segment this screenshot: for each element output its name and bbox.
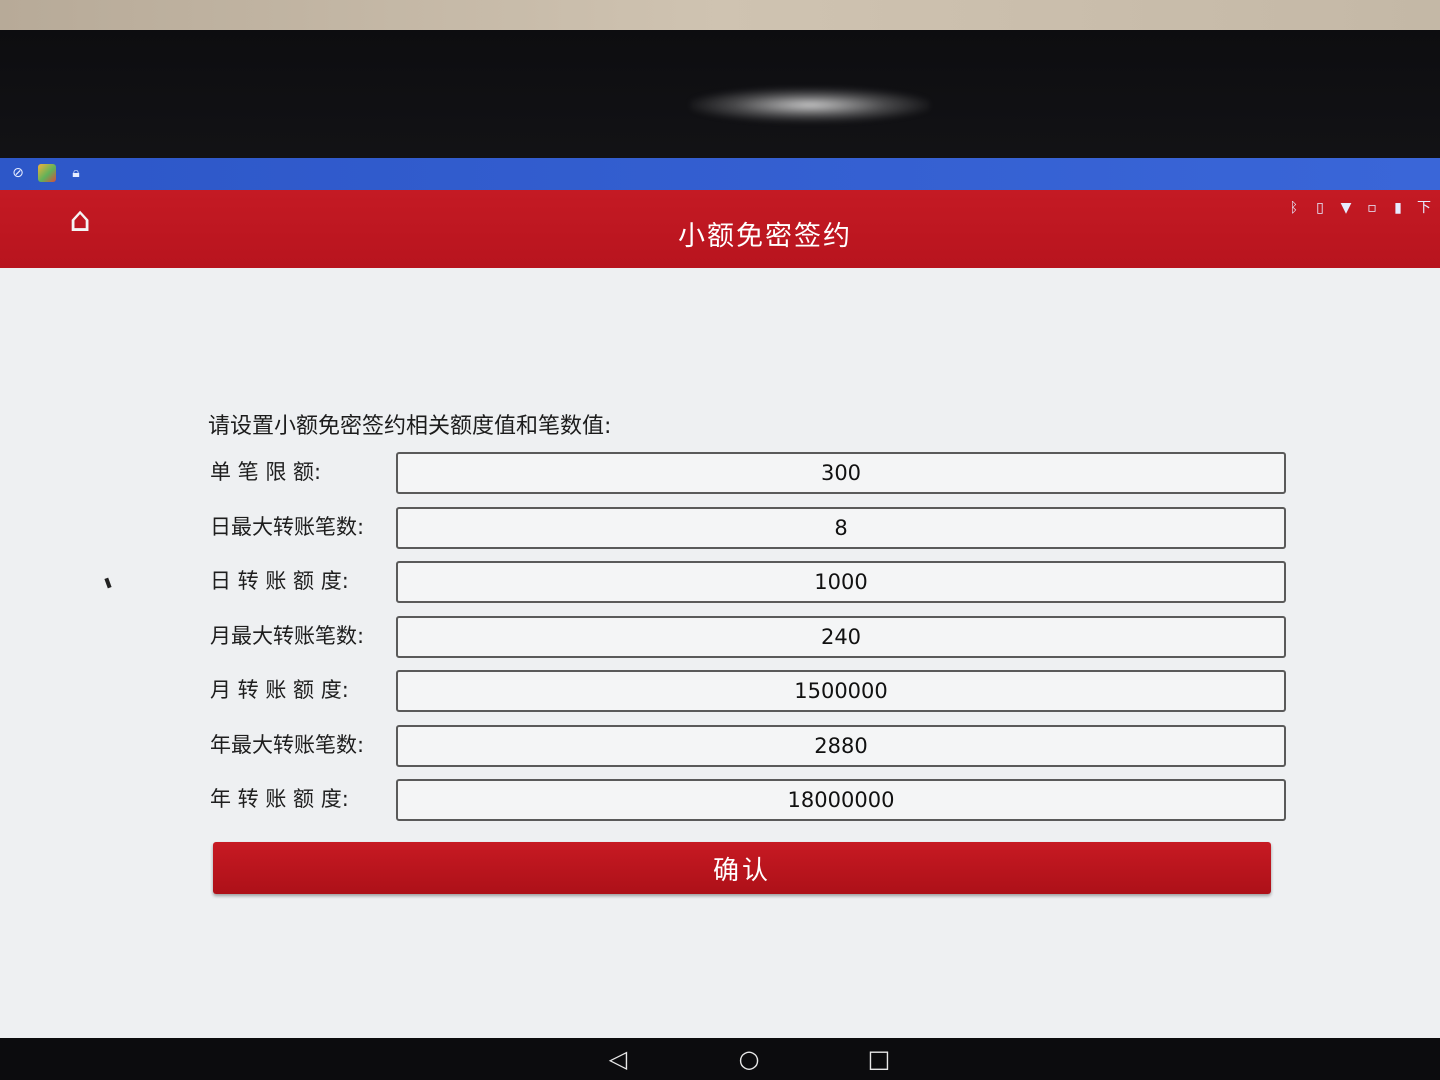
field-row-yearly-amount: 年 转 账 额 度: 18000000 (208, 779, 1298, 834)
field-label: 月 转 账 额 度: (210, 678, 349, 702)
app-bar: ⌂ 小额免密签约 (0, 190, 1440, 268)
single-limit-input[interactable]: 300 (396, 452, 1286, 494)
field-label: 年 转 账 额 度: (210, 787, 349, 811)
yearly-max-count-input[interactable]: 2880 (396, 724, 1286, 767)
vibrate-icon: ▯ (1316, 200, 1324, 216)
back-icon[interactable]: ◁ (598, 1044, 638, 1074)
status-right-icons: ᛒ ▯ ▼ ▫ ▮ 下 (1286, 200, 1432, 216)
battery-icon: ▮ (1394, 200, 1402, 216)
home-circle-icon[interactable]: ○ (729, 1044, 769, 1074)
system-nav-bar: ◁ ○ □ (0, 1038, 1440, 1080)
field-row-yearly-count: 年最大转账笔数: 2880 (208, 724, 1298, 780)
monthly-max-count-input[interactable]: 240 (396, 615, 1286, 658)
form-instruction: 请设置小额免密签约相关额度值和笔数值: (208, 414, 612, 439)
bluetooth-icon: ᛒ (1289, 200, 1299, 216)
daily-amount-input[interactable]: 1000 (396, 561, 1286, 603)
light-reflection (690, 88, 930, 122)
field-label: 日最大转账笔数: (210, 514, 365, 539)
recents-icon[interactable]: □ (859, 1044, 899, 1074)
field-row-daily-count: 日最大转账笔数: 8 (208, 506, 1298, 562)
field-row-daily-amount: 日 转 账 额 度: 1000 (208, 561, 1298, 616)
wifi-icon: ▼ (1340, 200, 1352, 216)
status-text: 下 (1417, 200, 1431, 216)
confirm-button[interactable]: 确认 (213, 842, 1271, 894)
field-label: 单 笔 限 额: (210, 460, 322, 484)
sim-icon: ▫ (1367, 200, 1377, 216)
monthly-amount-input[interactable]: 1500000 (396, 670, 1286, 712)
yearly-amount-input[interactable]: 18000000 (396, 779, 1286, 821)
sync-icon: ⊘ (12, 165, 24, 181)
field-row-monthly-amount: 月 转 账 额 度: 1500000 (208, 670, 1298, 725)
page-title: 小额免密签约 (678, 221, 852, 252)
limit-settings-form: 请设置小额免密签约相关额度值和笔数值: 单 笔 限 额: 300 日最大转账笔数… (208, 408, 1298, 834)
field-row-monthly-count: 月最大转账笔数: 240 (208, 615, 1298, 671)
gallery-app-icon (38, 164, 56, 182)
lock-icon: 🔒︎ (72, 165, 80, 181)
field-label: 年最大转账笔数: (210, 732, 365, 757)
field-label: 月最大转账笔数: (210, 623, 365, 648)
field-row-single-limit: 单 笔 限 额: 300 (208, 452, 1298, 507)
field-label: 日 转 账 额 度: (210, 569, 349, 593)
daily-max-count-input[interactable]: 8 (396, 506, 1286, 549)
